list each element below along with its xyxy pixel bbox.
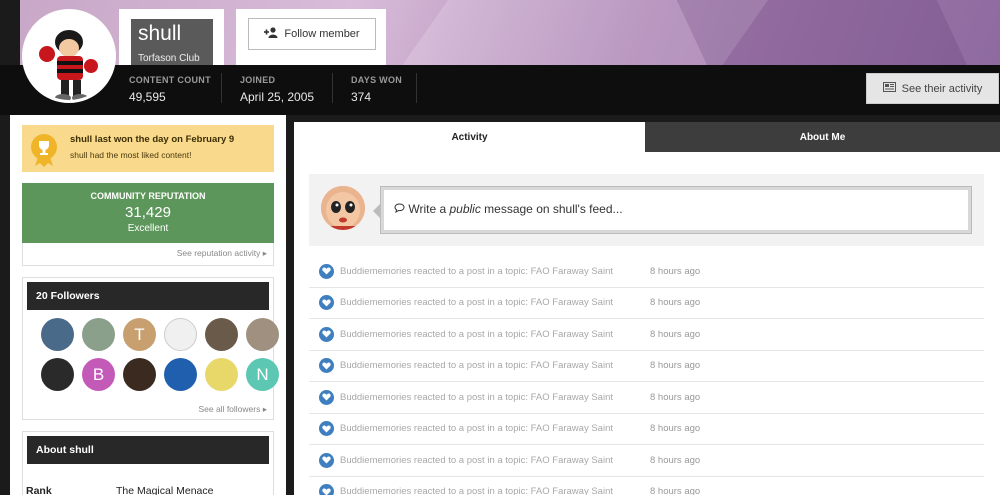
heart-reaction-icon xyxy=(319,421,334,437)
followers-title: 20 Followers xyxy=(27,282,269,310)
see-activity-button[interactable]: See their activity xyxy=(866,73,999,104)
day-won-banner: shull last won the day on February 9 shu… xyxy=(22,125,274,172)
feed-item[interactable]: Buddiememories reacted to a post in a to… xyxy=(309,445,984,477)
follower-avatar[interactable] xyxy=(41,318,74,351)
status-composer: Write a public message on shull's feed..… xyxy=(309,174,984,246)
feed-item[interactable]: Buddiememories reacted to a post in a to… xyxy=(309,288,984,319)
feed-item-text: Buddiememories reacted to a post in a to… xyxy=(340,360,613,372)
follow-member-button[interactable]: Follow member xyxy=(248,18,376,50)
feed-item-text: Buddiememories reacted to a post in a to… xyxy=(340,486,613,495)
follower-initial: T xyxy=(134,324,145,344)
follower-avatar[interactable] xyxy=(164,358,197,391)
username-box: shull Torfason Club xyxy=(119,9,224,65)
day-won-title: shull last won the day on February 9 xyxy=(70,134,235,145)
feed-item[interactable]: Buddiememories reacted to a post in a to… xyxy=(309,256,984,288)
follower-avatar[interactable] xyxy=(82,318,115,351)
activity-content: Write a public message on shull's feed..… xyxy=(294,152,1000,495)
stat-label: CONTENT COUNT xyxy=(129,75,211,85)
feed-item-text: Buddiememories reacted to a post in a to… xyxy=(340,297,613,309)
activity-feed-icon xyxy=(882,82,896,95)
heart-reaction-icon xyxy=(319,295,334,311)
feed-item[interactable]: Buddiememories reacted to a post in a to… xyxy=(309,477,984,495)
follower-avatar[interactable] xyxy=(246,318,279,351)
profile-tabs: Activity About Me xyxy=(294,122,1000,152)
follower-initial: N xyxy=(256,364,269,384)
reputation-level: Excellent xyxy=(127,223,169,234)
see-activity-label: See their activity xyxy=(901,82,983,95)
stat-value: April 25, 2005 xyxy=(240,90,315,104)
see-all-followers-link[interactable]: See all followers ▸ xyxy=(198,404,267,415)
profile-sidebar: shull last won the day on February 9 shu… xyxy=(10,115,286,495)
follower-avatar[interactable]: B xyxy=(82,358,115,391)
follower-avatar[interactable] xyxy=(205,358,238,391)
feed-item-text: Buddiememories reacted to a post in a to… xyxy=(340,454,613,466)
follower-initial: B xyxy=(92,364,105,384)
feed-item[interactable]: Buddiememories reacted to a post in a to… xyxy=(309,414,984,445)
stat-value: 49,595 xyxy=(129,90,166,104)
reputation-heading: COMMUNITY REPUTATION xyxy=(90,191,206,201)
feed-item-time: 8 hours ago xyxy=(650,265,701,277)
reputation-value: 31,429 xyxy=(125,204,171,221)
stat-label: DAYS WON xyxy=(351,75,403,85)
heart-reaction-icon xyxy=(319,484,334,495)
follower-avatar[interactable]: N xyxy=(246,358,279,391)
feed-item-time: 8 hours ago xyxy=(650,423,701,435)
heart-reaction-icon xyxy=(319,452,334,468)
feed-item-time: 8 hours ago xyxy=(650,360,701,372)
activity-feed: Buddiememories reacted to a post in a to… xyxy=(309,256,984,495)
comment-icon xyxy=(394,202,408,216)
rank-label: Rank xyxy=(26,485,52,495)
follower-avatar[interactable] xyxy=(205,318,238,351)
feed-item-time: 8 hours ago xyxy=(650,454,701,466)
content-count-stat: CONTENT COUNT 49,595 xyxy=(129,75,211,104)
status-input[interactable]: Write a public message on shull's feed..… xyxy=(380,186,972,234)
about-title: About shull xyxy=(27,436,269,464)
feed-item-time: 8 hours ago xyxy=(650,486,701,495)
day-won-subtitle: shull had the most liked content! xyxy=(70,150,192,160)
tab-about-me[interactable]: About Me xyxy=(645,122,1000,152)
follower-avatar[interactable] xyxy=(164,318,197,351)
followers-panel: 20 Followers T B N See all followers ▸ xyxy=(22,277,279,420)
trophy-icon xyxy=(30,133,58,167)
feed-item-text: Buddiememories reacted to a post in a to… xyxy=(340,265,613,277)
user-plus-icon xyxy=(264,27,279,41)
status-placeholder-emphasis: public xyxy=(449,202,481,216)
heart-reaction-icon xyxy=(319,326,334,342)
feed-item-text: Buddiememories reacted to a post in a to… xyxy=(340,423,613,435)
feed-item-time: 8 hours ago xyxy=(650,297,701,309)
see-reputation-link[interactable]: See reputation activity ▸ xyxy=(22,243,274,266)
stat-value: 374 xyxy=(351,90,372,104)
follower-avatar[interactable] xyxy=(41,358,74,391)
community-reputation: COMMUNITY REPUTATION 31,429 Excellent xyxy=(22,183,274,243)
member-group: Torfason Club xyxy=(138,53,200,64)
joined-stat: JOINED April 25, 2005 xyxy=(240,75,314,104)
follower-avatar[interactable]: T xyxy=(123,318,156,351)
status-placeholder-suffix: message on shull's feed... xyxy=(480,202,623,216)
stat-label: JOINED xyxy=(240,75,276,85)
feed-item[interactable]: Buddiememories reacted to a post in a to… xyxy=(309,319,984,351)
days-won-stat: DAYS WON 374 xyxy=(351,75,402,104)
heart-reaction-icon xyxy=(319,358,334,374)
tab-activity[interactable]: Activity xyxy=(294,122,645,152)
heart-reaction-icon xyxy=(319,389,334,405)
username: shull xyxy=(138,22,182,45)
feed-item[interactable]: Buddiememories reacted to a post in a to… xyxy=(309,351,984,382)
follow-wrapper: Follow member xyxy=(236,9,386,65)
status-placeholder-prefix: Write a xyxy=(408,202,450,216)
follow-member-label: Follow member xyxy=(284,28,360,40)
feed-item-time: 8 hours ago xyxy=(650,391,701,403)
heart-reaction-icon xyxy=(319,263,334,279)
profile-avatar[interactable] xyxy=(22,9,116,103)
feed-item-text: Buddiememories reacted to a post in a to… xyxy=(340,391,613,403)
feed-item-text: Buddiememories reacted to a post in a to… xyxy=(340,328,613,340)
rank-value: The Magical Menace xyxy=(116,485,214,495)
profile-info-bar: CONTENT COUNT 49,595 JOINED April 25, 20… xyxy=(0,65,1000,115)
viewer-avatar xyxy=(321,186,365,230)
follower-avatar[interactable] xyxy=(123,358,156,391)
feed-item-time: 8 hours ago xyxy=(650,328,701,340)
feed-item[interactable]: Buddiememories reacted to a post in a to… xyxy=(309,382,984,414)
